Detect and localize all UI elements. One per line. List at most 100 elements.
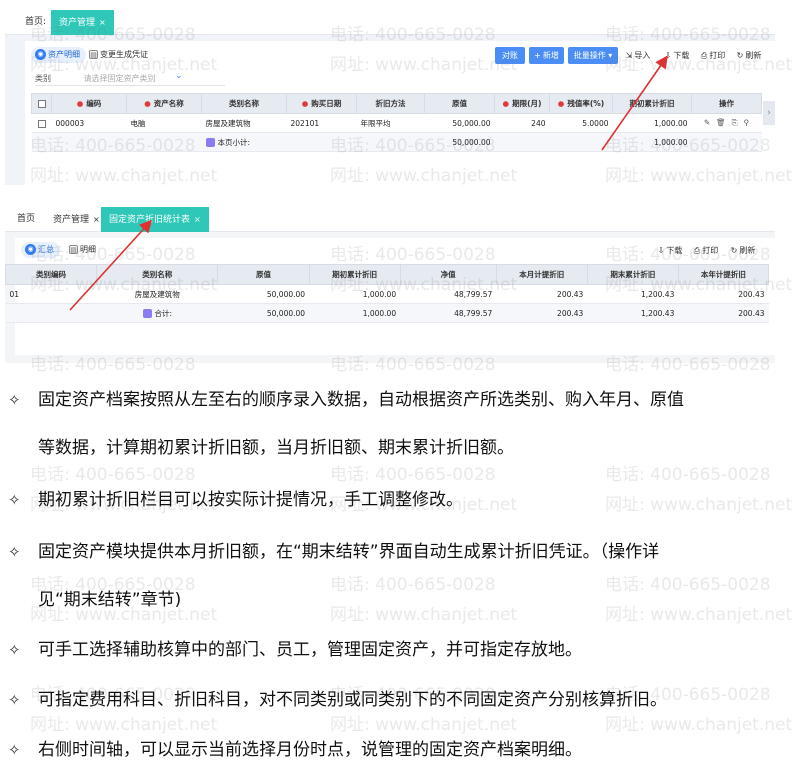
closing-depreciation-cell: 1,200.43	[587, 284, 679, 304]
category-filter-placeholder: 请选择固定资产类别	[83, 74, 156, 83]
batch-operation-button[interactable]: 批量操作 ▾	[568, 47, 618, 64]
diamond-star-icon: ✧	[8, 543, 21, 561]
close-icon[interactable]: ×	[99, 18, 106, 27]
depreciation-method-cell[interactable]: 年限平均	[356, 113, 425, 133]
tab-home[interactable]: 首页	[9, 207, 43, 232]
report-panel: ◉ 汇总 ▤ 明细 ⇩ 下载 ⎙ 打印 ↻ 刷新 类别编码 类别名称 原值 期初累计折旧 …	[5, 238, 775, 355]
note-item-continuation: 见“期末结转”章节)	[38, 590, 182, 610]
delete-icon[interactable]: 🗑	[716, 118, 726, 127]
watermark-site: 网址: www.chanjet.net	[330, 715, 518, 735]
column-header: 类别编码	[5, 264, 98, 285]
table-header-row: ● 编码 ● 资产名称 类别名称 ● 购买日期 折旧方法 原值 ● 期限(月) ● 残值率…	[31, 93, 762, 114]
term-months-cell[interactable]: 240	[494, 113, 550, 133]
diamond-star-icon: ✧	[8, 641, 21, 659]
diamond-star-icon: ✧	[8, 391, 21, 409]
select-all-checkbox[interactable]	[31, 93, 52, 114]
tab-home[interactable]: 首页:	[17, 10, 54, 35]
required-mark: ●	[502, 99, 510, 108]
split-icon[interactable]: ⚲	[744, 118, 750, 127]
tab-asset-management[interactable]: 资产管理 ×	[51, 10, 114, 35]
column-header: 类别名称	[201, 93, 287, 114]
refresh-icon: ↻	[730, 246, 738, 255]
category-filter[interactable]: 类别 请选择固定资产类别 ⌄	[35, 71, 183, 84]
voucher-view-toggle[interactable]: ▤ 变更生成凭证	[85, 47, 154, 63]
tab-asset-management[interactable]: 资产管理 ×	[45, 207, 108, 232]
summary-view-toggle[interactable]: ◉ 汇总	[21, 242, 60, 258]
category-cell[interactable]: 房屋及建筑物	[201, 113, 287, 133]
refresh-icon: ↻	[736, 51, 744, 60]
note-item: ✧ 期初累计折旧栏目可以按实际计提情况，手工调整修改。	[8, 490, 463, 510]
asset-name-cell[interactable]: 电脑	[126, 113, 202, 133]
add-button[interactable]: + 新增	[529, 47, 564, 64]
column-header: ● 购买日期	[286, 93, 357, 114]
column-header: 原值	[217, 264, 310, 285]
total-closing: 1,200.43	[587, 303, 679, 323]
reconcile-button[interactable]: 对账	[495, 47, 525, 64]
total-year: 200.43	[678, 303, 769, 323]
watermark-site: 网址: www.chanjet.net	[330, 605, 518, 625]
watermark-site: 网址: www.chanjet.net	[30, 715, 218, 735]
original-value-cell[interactable]: 50,000.00	[424, 113, 495, 133]
watermark-phone: 电话: 400-665-0028	[30, 465, 196, 485]
required-mark: ●	[144, 99, 151, 108]
subtotal-original: 50,000.00	[424, 132, 495, 152]
download-icon: ⇩	[664, 51, 672, 60]
asset-panel: ◉ 资产明细 ▤ 变更生成凭证 对账 + 新增 批量操作 ▾ ⇲ 导入 ⇩ 下载 ⎙ 打印 …	[25, 41, 775, 185]
column-header: 期初累计折旧	[308, 264, 401, 285]
opening-accum-depreciation-cell[interactable]: 1,000.00	[612, 113, 692, 133]
subtotal-icon	[205, 138, 215, 147]
archive-view-toggle[interactable]: ◉ 资产明细	[31, 47, 86, 63]
note-item: ✧ 可手工选择辅助核算中的部门、员工，管理固定资产，并可指定存放地。	[8, 640, 582, 660]
copy-icon[interactable]: ⎘	[732, 118, 738, 127]
diamond-star-icon: ✧	[8, 741, 21, 759]
required-mark: ●	[76, 99, 84, 108]
print-button[interactable]: ⎙ 打印	[697, 47, 729, 64]
edit-icon[interactable]: ✎	[704, 118, 710, 127]
note-item-continuation: 等数据，计算期初累计折旧额，当月折旧额、期末累计折旧额。	[38, 438, 514, 458]
chevron-down-icon[interactable]: ⌄	[175, 71, 183, 81]
asset-table: ● 编码 ● 资产名称 类别名称 ● 购买日期 折旧方法 原值 ● 期限(月) ● 残值率…	[31, 93, 762, 152]
print-button[interactable]: ⎙ 打印	[691, 242, 721, 259]
watermark-phone: 电话: 400-665-0028	[330, 575, 496, 595]
column-header: ● 期限(月)	[494, 93, 550, 114]
column-header: 期初累计折旧	[612, 93, 692, 114]
refresh-button[interactable]: ↻ 刷新	[733, 47, 765, 64]
row-checkbox[interactable]	[31, 113, 52, 133]
purchase-date-cell[interactable]: 202101	[286, 113, 357, 133]
required-mark: ●	[557, 99, 565, 108]
watermark-phone: 电话: 400-665-0028	[605, 575, 771, 595]
subtotal-accum: 1,000.00	[612, 132, 692, 152]
category-code-cell: 01	[5, 284, 97, 304]
column-header: ● 残值率(%)	[549, 93, 613, 114]
category-name-cell: 房屋及建筑物	[96, 284, 218, 304]
refresh-button[interactable]: ↻ 刷新	[727, 242, 759, 259]
subtotal-label: 本页小计:	[201, 132, 287, 152]
asset-code-cell[interactable]: 000003	[51, 113, 127, 133]
watermark-phone: 电话: 400-665-0028	[330, 465, 496, 485]
table-row[interactable]: 01 房屋及建筑物 50,000.00 1,000.00 48,799.57 2…	[5, 284, 769, 304]
detail-view-toggle[interactable]: ▤ 明细	[65, 242, 102, 258]
import-button[interactable]: ⇲ 导入	[623, 47, 653, 64]
note-item: ✧ 可指定费用科目、折旧科目，对不同类别或同类别下的不同固定资产分别核算折旧。	[8, 690, 667, 710]
download-icon: ⇩	[657, 246, 665, 255]
close-icon[interactable]: ×	[93, 215, 100, 224]
printer-icon: ⎙	[693, 246, 701, 255]
note-item: ✧ 右侧时间轴，可以显示当前选择月份时点，说管理的固定资产档案明细。	[8, 740, 582, 760]
residual-rate-cell[interactable]: 5.0000	[549, 113, 613, 133]
total-opening: 1,000.00	[309, 303, 401, 323]
timeline-toggle-handle[interactable]: ›	[763, 101, 775, 125]
depreciation-table: 类别编码 类别名称 原值 期初累计折旧 净值 本月计提折旧 期末累计折旧 本年计…	[5, 264, 770, 323]
watermark-site: 网址: www.chanjet.net	[605, 495, 793, 515]
tab-depreciation-report[interactable]: 固定资产折旧统计表 ×	[101, 207, 209, 232]
watermark-phone: 电话: 400-665-0028	[605, 465, 771, 485]
tab-bar: 首页 资产管理 × 固定资产折旧统计表 ×	[5, 205, 775, 232]
total-net: 48,799.57	[400, 303, 497, 323]
column-header: ● 编码	[51, 93, 127, 114]
close-icon[interactable]: ×	[194, 215, 201, 224]
download-button[interactable]: ⇩ 下载	[661, 47, 693, 64]
column-header: 本月计提折旧	[495, 264, 588, 285]
download-button[interactable]: ⇩ 下载	[655, 242, 685, 259]
chevron-down-icon: ▾	[608, 51, 613, 60]
table-row[interactable]: 000003 电脑 房屋及建筑物 202101 年限平均 50,000.00 2…	[31, 113, 762, 133]
month-depreciation-cell: 200.43	[496, 284, 588, 304]
